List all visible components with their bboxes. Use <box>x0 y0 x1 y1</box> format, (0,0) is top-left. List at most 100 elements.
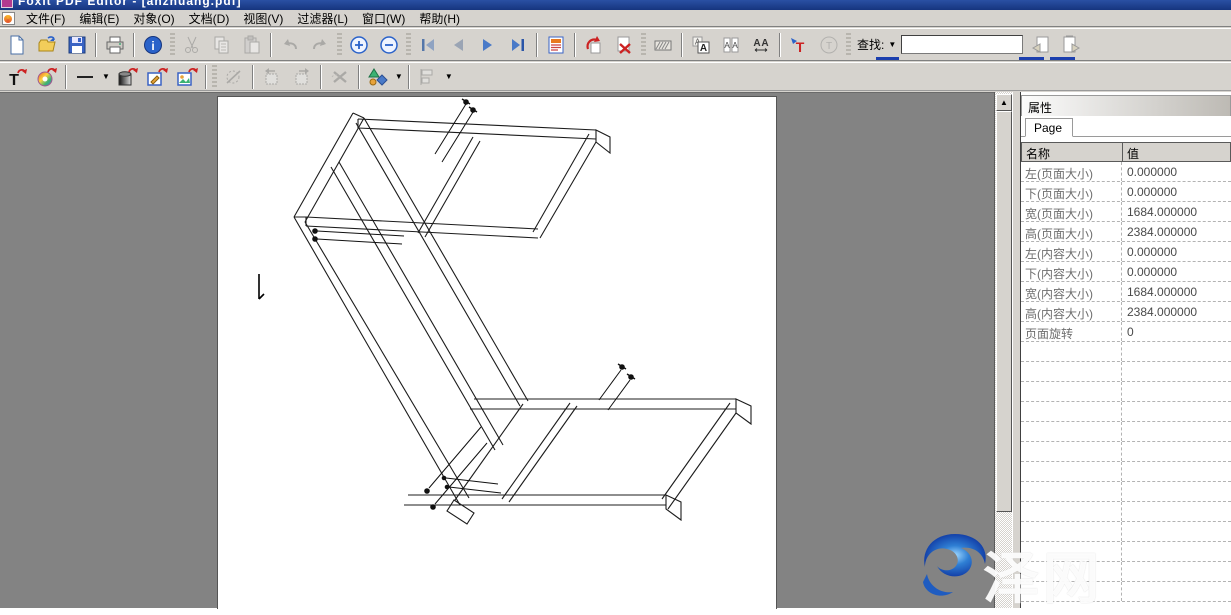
redo-icon <box>310 35 330 55</box>
window-title: Foxit PDF Editor - [anzhuang.pdf] <box>18 0 1231 8</box>
property-row[interactable]: 高(内容大小)2384.000000 <box>1021 302 1231 322</box>
tab-page[interactable]: Page <box>1025 118 1073 137</box>
toolbar-drag-handle[interactable] <box>846 33 851 57</box>
menu-window[interactable]: 窗口(W) <box>355 9 412 28</box>
menu-edit[interactable]: 编辑(E) <box>72 9 126 28</box>
save-icon <box>67 35 87 55</box>
find-dropdown-arrow[interactable]: ▼ <box>888 40 896 49</box>
separator <box>133 33 135 57</box>
rotate-left-icon <box>262 67 282 87</box>
first-page-button[interactable] <box>414 32 442 58</box>
toolbar-drag-handle[interactable] <box>406 33 411 57</box>
add-text-object-button[interactable]: T <box>3 64 31 90</box>
toolbar-drag-handle[interactable] <box>641 33 646 57</box>
menu-object[interactable]: 对象(O) <box>126 9 181 28</box>
object-toolbar: T ▼ ▼ ▼ <box>0 62 1231 91</box>
align-dropdown-arrow[interactable]: ▼ <box>445 72 453 81</box>
property-row-empty <box>1021 542 1231 562</box>
find-prev-underline <box>1019 57 1044 60</box>
property-row-empty <box>1021 402 1231 422</box>
print-icon <box>105 35 125 55</box>
menu-help[interactable]: 帮助(H) <box>412 9 467 28</box>
menu-view[interactable]: 视图(V) <box>236 9 290 28</box>
property-row[interactable]: 左(内容大小)0.000000 <box>1021 242 1231 262</box>
new-file-button[interactable] <box>3 32 31 58</box>
paste-button[interactable] <box>238 32 266 58</box>
toolbar-drag-handle[interactable] <box>170 33 175 57</box>
zoom-in-button[interactable] <box>345 32 373 58</box>
text-mode-button[interactable]: T <box>815 32 843 58</box>
document-icon <box>2 12 15 25</box>
separator <box>574 33 576 57</box>
open-file-button[interactable] <box>33 32 61 58</box>
line-style-button[interactable] <box>71 64 99 90</box>
property-row[interactable]: 下(页面大小)0.000000 <box>1021 182 1231 202</box>
insert-shape-button[interactable] <box>364 64 392 90</box>
menu-bar: 文件(F) 编辑(E) 对象(O) 文档(D) 视图(V) 过滤器(L) 窗口(… <box>0 10 1231 27</box>
find-previous-button[interactable] <box>1027 32 1055 58</box>
panel-splitter[interactable] <box>1012 92 1021 608</box>
separator <box>358 65 360 89</box>
previous-page-button[interactable] <box>444 32 472 58</box>
property-row[interactable]: 下(内容大小)0.000000 <box>1021 262 1231 282</box>
property-row[interactable]: 页面旋转0 <box>1021 322 1231 342</box>
column-value: 值 <box>1123 143 1230 161</box>
shape-dropdown-arrow[interactable]: ▼ <box>395 72 403 81</box>
add-image-object-button[interactable] <box>173 64 201 90</box>
delete-page-icon <box>614 35 634 55</box>
toolbar-drag-handle[interactable] <box>337 33 342 57</box>
add-shading-object-button[interactable] <box>113 64 141 90</box>
edit-object-button[interactable] <box>143 64 171 90</box>
property-row[interactable]: 宽(页面大小)1684.000000 <box>1021 202 1231 222</box>
find-input[interactable] <box>901 35 1023 54</box>
line-style-dropdown-arrow[interactable]: ▼ <box>102 72 110 81</box>
scrollbar-thumb[interactable] <box>996 111 1012 512</box>
menu-document[interactable]: 文档(D) <box>182 9 237 28</box>
last-page-icon <box>508 35 528 55</box>
next-page-button[interactable] <box>474 32 502 58</box>
canvas-workspace[interactable] <box>0 92 994 608</box>
menu-filter[interactable]: 过滤器(L) <box>290 9 355 28</box>
separator <box>252 65 254 89</box>
font-style-button[interactable]: AA <box>687 32 715 58</box>
deselect-button[interactable] <box>220 64 248 90</box>
app-icon <box>1 0 13 8</box>
property-row[interactable]: 宽(内容大小)1684.000000 <box>1021 282 1231 302</box>
font-spacing-button[interactable]: AA <box>747 32 775 58</box>
zoom-out-button[interactable] <box>375 32 403 58</box>
copy-button[interactable] <box>208 32 236 58</box>
scroll-up-button[interactable]: ▲ <box>996 94 1012 111</box>
rotate-object-left-button[interactable] <box>258 64 286 90</box>
svg-text:T: T <box>9 72 19 88</box>
save-button[interactable] <box>63 32 91 58</box>
add-color-object-button[interactable] <box>33 64 61 90</box>
add-text-icon: T <box>789 35 809 55</box>
redo-button[interactable] <box>306 32 334 58</box>
font-width-button[interactable]: AA <box>717 32 745 58</box>
undo-button[interactable] <box>276 32 304 58</box>
toolbar-drag-handle[interactable] <box>212 65 217 89</box>
pdf-page[interactable] <box>217 96 777 609</box>
last-page-button[interactable] <box>504 32 532 58</box>
delete-page-button[interactable] <box>610 32 638 58</box>
property-row[interactable]: 高(页面大小)2384.000000 <box>1021 222 1231 242</box>
align-objects-button[interactable] <box>414 64 442 90</box>
hatch-tool-button[interactable] <box>649 32 677 58</box>
property-row[interactable]: 左(页面大小)0.000000 <box>1021 162 1231 182</box>
rotate-page-button[interactable] <box>580 32 608 58</box>
zoom-in-icon <box>349 35 369 55</box>
vertical-scrollbar[interactable]: ▲ <box>994 92 1012 608</box>
find-next-button[interactable] <box>1057 32 1085 58</box>
deselect-icon <box>224 67 244 87</box>
document-info-button[interactable]: i <box>139 32 167 58</box>
add-text-button[interactable]: T <box>785 32 813 58</box>
menu-file[interactable]: 文件(F) <box>19 9 72 28</box>
cut-button[interactable] <box>178 32 206 58</box>
new-file-icon <box>7 35 27 55</box>
page-thumbnails-button[interactable] <box>542 32 570 58</box>
print-button[interactable] <box>101 32 129 58</box>
separator <box>205 65 207 89</box>
rotate-object-right-button[interactable] <box>288 64 316 90</box>
delete-object-button[interactable] <box>326 64 354 90</box>
find-underline <box>876 57 899 60</box>
